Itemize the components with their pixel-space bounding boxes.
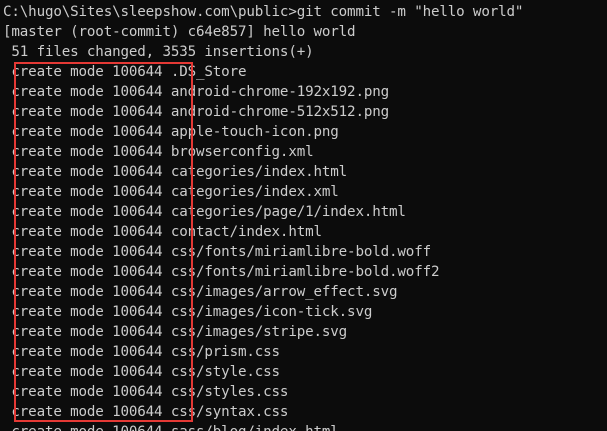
create-mode-line: create mode 100644 css/images/icon-tick.…	[3, 304, 373, 320]
create-mode-line: create mode 100644 android-chrome-512x51…	[3, 104, 390, 120]
create-mode-line: create mode 100644 contact/index.html	[3, 224, 322, 240]
create-mode-line-partial: create mode 100644 sass/blog/index.html	[3, 422, 607, 431]
create-mode-line: create mode 100644 categories/page/1/ind…	[3, 204, 406, 220]
command-line: C:\hugo\Sites\sleepshow.com\public>git c…	[3, 4, 524, 20]
create-mode-line: create mode 100644 css/images/stripe.svg	[3, 324, 348, 340]
create-mode-line: create mode 100644 apple-touch-icon.png	[3, 124, 339, 140]
files-changed-line: 51 files changed, 3535 insertions(+)	[3, 44, 314, 60]
create-mode-line: create mode 100644 .DS_Store	[3, 64, 247, 80]
create-mode-line: create mode 100644 android-chrome-192x19…	[3, 84, 390, 100]
create-mode-line: create mode 100644 css/fonts/miriamlibre…	[3, 264, 440, 280]
create-mode-line: create mode 100644 css/images/arrow_effe…	[3, 284, 398, 300]
create-mode-line: create mode 100644 browserconfig.xml	[3, 144, 314, 160]
commit-summary-line: [master (root-commit) c64e857] hello wor…	[3, 24, 356, 40]
create-mode-line: create mode 100644 css/styles.css	[3, 384, 289, 400]
terminal-window[interactable]: C:\hugo\Sites\sleepshow.com\public>git c…	[0, 0, 607, 431]
create-mode-line: create mode 100644 css/syntax.css	[3, 404, 289, 420]
create-mode-line: create mode 100644 css/fonts/miriamlibre…	[3, 244, 431, 260]
create-mode-line: create mode 100644 css/prism.css	[3, 344, 280, 360]
create-mode-line: create mode 100644 categories/index.xml	[3, 184, 339, 200]
create-mode-line: create mode 100644 categories/index.html	[3, 164, 348, 180]
create-mode-line: create mode 100644 css/style.css	[3, 364, 280, 380]
terminal-output: C:\hugo\Sites\sleepshow.com\public>git c…	[3, 2, 607, 431]
